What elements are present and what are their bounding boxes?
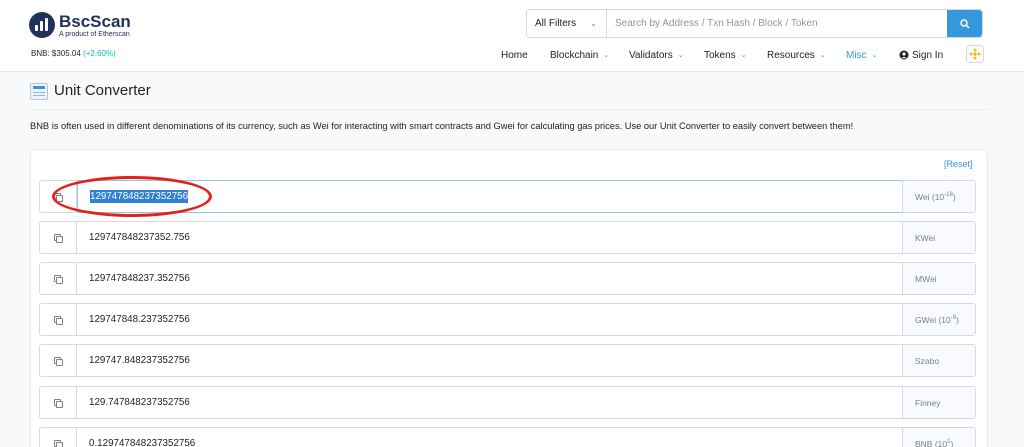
sign-in-link[interactable]: Sign In: [899, 48, 943, 62]
chevron-down-icon: ⌄: [677, 52, 684, 59]
nav-home-label: Home: [501, 49, 528, 61]
converter-row-finney: 129.747848237352756 Finney: [39, 386, 976, 419]
copy-button[interactable]: [40, 345, 77, 376]
page-title: Unit Converter: [54, 82, 151, 99]
unit-name: Wei: [915, 191, 930, 202]
unit-name: Szabo: [915, 355, 940, 366]
copy-icon: [54, 398, 63, 408]
bnb-price-label: BNB: $305.04: [31, 49, 81, 58]
unit-exponent: (101): [932, 438, 954, 447]
title-divider: [30, 109, 988, 110]
copy-icon: [54, 356, 63, 366]
unit-converter-icon: [30, 83, 48, 100]
bnb-price-change: (+2.60%): [83, 49, 116, 58]
unit-label: BNB (101): [902, 428, 975, 447]
value-input-szabo[interactable]: 129747.848237352756: [77, 345, 902, 376]
nav-resources[interactable]: Resources ⌄: [767, 48, 826, 62]
copy-button[interactable]: [40, 263, 77, 294]
copy-button[interactable]: [40, 428, 77, 447]
copy-button[interactable]: [40, 222, 77, 253]
unit-label: Szabo: [902, 345, 975, 376]
copy-icon: [54, 274, 63, 284]
nav-validators[interactable]: Validators ⌄: [629, 48, 684, 62]
nav-tokens-label: Tokens: [704, 49, 736, 61]
chevron-down-icon: ⌄: [603, 52, 610, 59]
value-text: 129.747848237352756: [89, 397, 190, 408]
chevron-down-icon: ⌄: [740, 52, 747, 59]
copy-icon: [54, 439, 63, 447]
search-icon: [959, 18, 970, 29]
nav-validators-label: Validators: [629, 49, 673, 61]
unit-label: MWei: [902, 263, 975, 294]
sign-in-label: Sign In: [912, 49, 944, 61]
search-input[interactable]: [607, 10, 947, 37]
value-text: 129747.848237352756: [89, 355, 190, 366]
nav-home[interactable]: Home: [501, 48, 528, 62]
copy-icon: [54, 192, 63, 202]
logo-subtitle: A product of Etherscan: [59, 30, 130, 38]
bnb-price: BNB: $305.04 (+2.60%): [31, 49, 116, 58]
search-filter-label: All Filters: [535, 18, 577, 29]
chevron-down-icon: ⌄: [590, 19, 597, 28]
copy-icon: [54, 315, 63, 325]
nav-misc-label: Misc: [846, 49, 867, 61]
page-description: BNB is often used in different denominat…: [30, 121, 854, 131]
value-text: 129747848237352756: [90, 190, 189, 203]
nav-resources-label: Resources: [767, 49, 815, 61]
value-input-bnb[interactable]: 0.129747848237352756: [77, 428, 902, 447]
value-input-mwei[interactable]: 129747848237.352756: [77, 263, 902, 294]
search-bar: All Filters ⌄: [526, 9, 983, 38]
value-text: 129747848237.352756: [89, 273, 190, 284]
converter-row-bnb: 0.129747848237352756 BNB (101): [39, 427, 976, 447]
nav-misc[interactable]: Misc ⌄: [846, 48, 877, 62]
unit-name: GWei: [915, 314, 937, 325]
unit-exponent: (10-9): [936, 314, 959, 325]
bnb-icon: [969, 48, 981, 60]
converter-row-szabo: 129747.848237352756 Szabo: [39, 344, 976, 377]
unit-label: KWei: [902, 222, 975, 253]
bnb-network-button[interactable]: [966, 45, 984, 63]
value-input-kwei[interactable]: 129747848237352.756: [77, 222, 902, 253]
copy-icon: [54, 233, 63, 243]
top-header: BscScan A product of Etherscan BNB: $305…: [0, 0, 1024, 72]
value-text: 129747848237352.756: [89, 232, 190, 243]
unit-exponent: (10-18): [929, 191, 956, 202]
unit-name: MWei: [915, 273, 937, 284]
unit-name: Finney: [915, 397, 941, 408]
value-input-wei[interactable]: 129747848237352756: [77, 180, 903, 213]
bscscan-logo[interactable]: BscScan A product of Etherscan: [29, 12, 131, 38]
unit-name: BNB: [915, 438, 933, 447]
copy-button[interactable]: [40, 304, 77, 335]
unit-label: Finney: [902, 387, 975, 418]
unit-label: Wei (10-18): [902, 181, 975, 212]
reset-link[interactable]: [Reset]: [944, 159, 973, 169]
search-filter-select[interactable]: All Filters ⌄: [527, 10, 607, 37]
converter-row-kwei: 129747848237352.756 KWei: [39, 221, 976, 254]
bscscan-logo-icon: [29, 12, 55, 38]
value-text: 129747848.237352756: [89, 314, 190, 325]
converter-row-gwei: 129747848.237352756 GWei (10-9): [39, 303, 976, 336]
nav-blockchain-label: Blockchain: [550, 49, 599, 61]
copy-button[interactable]: [40, 181, 77, 212]
copy-button[interactable]: [40, 387, 77, 418]
search-button[interactable]: [947, 10, 982, 37]
nav-blockchain[interactable]: Blockchain ⌄: [550, 48, 609, 62]
chevron-down-icon: ⌄: [871, 52, 878, 59]
converter-row-mwei: 129747848237.352756 MWei: [39, 262, 976, 295]
unit-label: GWei (10-9): [902, 304, 975, 335]
chevron-down-icon: ⌄: [819, 52, 826, 59]
converter-row-wei: 129747848237352756 Wei (10-18): [39, 180, 976, 213]
value-input-gwei[interactable]: 129747848.237352756: [77, 304, 902, 335]
value-input-finney[interactable]: 129.747848237352756: [77, 387, 902, 418]
nav-tokens[interactable]: Tokens ⌄: [704, 48, 747, 62]
value-text: 0.129747848237352756: [89, 438, 196, 447]
logo-name: BscScan: [59, 11, 131, 31]
unit-name: KWei: [915, 232, 936, 243]
user-circle-icon: [899, 50, 909, 60]
